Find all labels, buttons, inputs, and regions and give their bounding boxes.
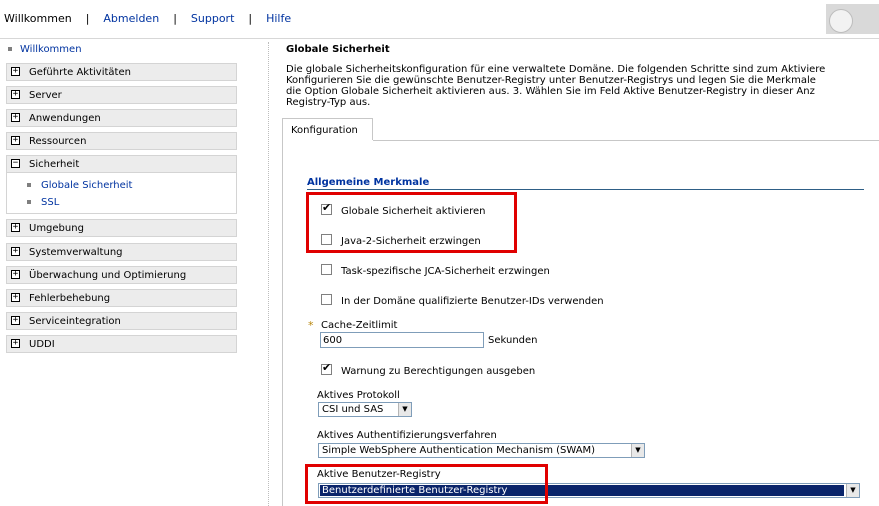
sidebar-subitem-label: Globale Sicherheit (41, 180, 133, 191)
expand-icon[interactable]: + (11, 90, 20, 99)
expand-icon[interactable]: + (11, 136, 20, 145)
active-protocol-value: CSI und SAS (322, 404, 384, 415)
chevron-down-icon[interactable]: ▼ (398, 403, 411, 416)
sidebar-item-service-integration[interactable]: + Serviceintegration (6, 312, 237, 330)
sidebar-item-uddi[interactable]: + UDDI (6, 335, 237, 353)
top-navigation: Willkommen | Abmelden | Support | Hilfe (4, 12, 291, 25)
auth-mechanism-value: Simple WebSphere Authentication Mechanis… (322, 445, 596, 456)
qualified-user-ids-checkbox[interactable] (321, 294, 332, 305)
active-protocol-label: Aktives Protokoll (317, 390, 400, 401)
expand-icon[interactable]: + (11, 247, 20, 256)
sidebar-subitem-label: SSL (41, 197, 60, 208)
sidebar-item-label: Ressourcen (29, 136, 87, 147)
expand-icon[interactable]: + (11, 113, 20, 122)
description-line: Konfigurieren Sie die gewünschte Benutze… (286, 75, 816, 86)
help-link[interactable]: Hilfe (266, 12, 291, 25)
description-line: Registry-Typ aus. (286, 97, 371, 108)
top-bar: Willkommen | Abmelden | Support | Hilfe (0, 0, 879, 39)
sidebar-item-environment[interactable]: + Umgebung (6, 219, 237, 237)
issue-permission-warning-checkbox[interactable]: ✔ (321, 361, 332, 375)
support-link[interactable]: Support (191, 12, 234, 25)
sidebar-item-server[interactable]: + Server (6, 86, 237, 104)
description-line: Die globale Sicherheitskonfiguration für… (286, 64, 826, 75)
sidebar-item-resources[interactable]: + Ressourcen (6, 132, 237, 150)
sidebar-item-guided-activities[interactable]: + Geführte Aktivitäten (6, 63, 237, 81)
expand-icon[interactable]: + (11, 316, 20, 325)
cache-timeout-input[interactable]: 600 (320, 332, 484, 348)
enforce-jca-security-label: Task-spezifische JCA-Sicherheit erzwinge… (341, 266, 550, 277)
description-line: die Option Globale Sicherheit aktivieren… (286, 86, 815, 97)
sidebar-item-troubleshooting[interactable]: + Fehlerbehebung (6, 289, 237, 307)
sidebar-welcome-label: Willkommen (20, 44, 82, 55)
sidebar-item-applications[interactable]: + Anwendungen (6, 109, 237, 127)
bullet-icon (8, 47, 12, 51)
chevron-down-icon[interactable]: ▼ (631, 444, 644, 457)
page-description: Die globale Sicherheitskonfiguration für… (286, 64, 879, 108)
sidebar-item-label: Systemverwaltung (29, 247, 123, 258)
section-divider (307, 189, 864, 190)
security-submenu: Globale Sicherheit SSL (6, 173, 237, 214)
sidebar-item-label: Überwachung und Optimierung (29, 270, 187, 281)
qualified-user-ids-label: In der Domäne qualifizierte Benutzer-IDs… (341, 296, 604, 307)
sidebar-welcome-link[interactable]: Willkommen (8, 44, 82, 55)
sidebar-item-label: Umgebung (29, 223, 84, 234)
welcome-text: Willkommen (4, 12, 72, 25)
tab-configuration[interactable]: Konfiguration (282, 118, 373, 140)
expand-icon[interactable]: + (11, 339, 20, 348)
required-marker: * (308, 319, 314, 332)
separator: | (173, 12, 177, 25)
enforce-jca-security-checkbox[interactable] (321, 264, 332, 275)
sidebar-item-security[interactable]: − Sicherheit (6, 155, 237, 173)
auth-mechanism-select[interactable]: Simple WebSphere Authentication Mechanis… (318, 443, 645, 458)
expand-icon[interactable]: + (11, 293, 20, 302)
collapse-icon[interactable]: − (11, 159, 20, 168)
sidebar-item-label: Fehlerbehebung (29, 293, 111, 304)
cache-timeout-label: Cache-Zeitlimit (321, 320, 398, 331)
page-title: Globale Sicherheit (286, 44, 390, 55)
sidebar-item-system-administration[interactable]: + Systemverwaltung (6, 243, 237, 261)
sidebar-item-label: Geführte Aktivitäten (29, 67, 131, 78)
auth-mechanism-label: Aktives Authentifizierungsverfahren (317, 430, 497, 441)
logout-link[interactable]: Abmelden (103, 12, 159, 25)
bullet-icon (27, 183, 31, 187)
sidebar-item-label: Server (29, 90, 62, 101)
sidebar-item-label: Serviceintegration (29, 316, 121, 327)
bullet-icon (27, 200, 31, 204)
sidebar-item-label: UDDI (29, 339, 55, 350)
banner-logo-area (826, 4, 879, 34)
sidebar-subitem-ssl[interactable]: SSL (27, 197, 59, 208)
active-protocol-select[interactable]: CSI und SAS ▼ (318, 402, 412, 417)
sidebar-item-label: Anwendungen (29, 113, 101, 124)
chevron-down-icon[interactable]: ▼ (846, 484, 859, 497)
expand-icon[interactable]: + (11, 223, 20, 232)
frame-divider[interactable] (268, 42, 269, 506)
highlight-box-security-options (306, 192, 517, 253)
sidebar-subitem-global-security[interactable]: Globale Sicherheit (27, 180, 132, 191)
sidebar-item-label: Sicherheit (29, 159, 80, 170)
logo-icon (829, 9, 853, 33)
separator: | (248, 12, 253, 25)
issue-permission-warning-label: Warnung zu Berechtigungen ausgeben (341, 366, 536, 377)
checkmark-icon: ✔ (322, 361, 332, 374)
tab-label: Konfiguration (291, 125, 358, 136)
sidebar-item-monitoring[interactable]: + Überwachung und Optimierung (6, 266, 237, 284)
cache-timeout-unit: Sekunden (488, 335, 538, 346)
separator: | (85, 12, 90, 25)
expand-icon[interactable]: + (11, 67, 20, 76)
expand-icon[interactable]: + (11, 270, 20, 279)
highlight-box-user-registry (305, 464, 548, 504)
section-heading: Allgemeine Merkmale (307, 177, 430, 188)
